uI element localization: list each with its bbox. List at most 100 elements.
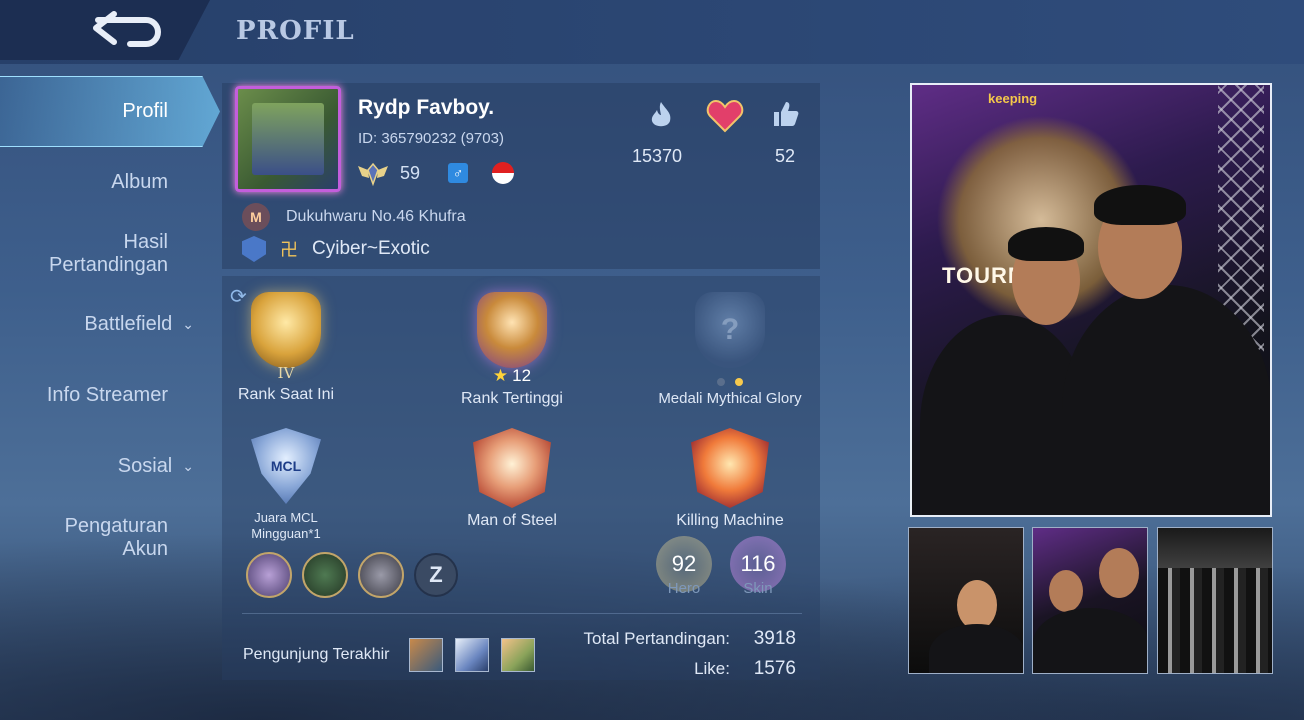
sidebar-item-profil[interactable]: Profil [0,76,220,147]
hero-label: Hero [667,580,701,597]
flame-icon [651,102,671,127]
skin-label: Skin [743,580,773,597]
shield-icon [242,236,266,262]
locked-medal-icon: ? [695,292,765,368]
gender-male-icon: ♂ [448,163,469,183]
popularity-value: 15370 [632,146,683,166]
sidebar-item-label: Info Streamer [46,384,168,406]
collection-stats: 92 Hero 116 Skin [656,536,786,597]
chevron-down-icon: ⌄ [182,316,194,332]
total-matches-label: Total Pertandingan: [583,629,731,648]
star-count: ★ 12 [493,366,531,386]
z-logo-icon[interactable]: Z [414,553,458,597]
page-dot-active [735,378,743,386]
emblem-icon[interactable] [302,552,348,598]
page-title: PROFIL [236,16,355,46]
sidebar-item-label: Pengaturan Akun [64,514,168,560]
star-value: 12 [512,366,532,385]
sidebar-item-label: Profil [122,100,168,122]
album-main-photo[interactable]: keeping TOURNA [910,83,1272,517]
squad-name[interactable]: Dukuhwaru No.46 Khufra [286,208,466,226]
level-wings-icon [358,162,388,186]
sidebar-item-label: Album [111,171,168,193]
like-value: 1576 [753,658,796,679]
medal-label: Rank Saat Ini [237,386,335,403]
emblem-row: Z [246,552,458,598]
medal-current-rank[interactable]: IV Rank Saat Ini [236,292,336,404]
emblem-icon[interactable] [358,552,404,598]
thumb-face [1049,570,1083,612]
thumb-crowd-image [1158,568,1272,673]
visitors-label: Pengunjung Terakhir [243,646,390,663]
back-button[interactable] [86,8,170,54]
rank-division: IV [277,364,295,382]
mcl-badge-icon: MCL [251,428,321,504]
back-arrow-icon [93,11,161,47]
squad-row: M Dukuhwaru No.46 Khufra [242,203,466,231]
medal-label: Rank Tertinggi [461,390,563,407]
visitor-avatar[interactable] [455,638,490,672]
medal-label: Killing Machine [676,512,784,529]
tag-row: 卍 Cyiber~Exotic [242,236,430,262]
medal-label-line2: Mingguan*1 [251,526,321,541]
squad-badge-icon: M [242,203,270,231]
thumb-face [1099,548,1139,598]
person-right-hair [1094,185,1186,225]
skin-stat[interactable]: 116 Skin [730,536,786,597]
like-label: Like: [694,659,730,678]
player-id[interactable]: ID: 365790232 (9703) [358,130,504,147]
sidebar-item-pengaturan-akun[interactable]: Pengaturan Akun [0,502,220,573]
hero-stat[interactable]: 92 Hero [656,536,712,597]
killer-badge-icon [691,428,769,508]
medal-mythical-glory[interactable]: ? Medali Mythical Glory [650,292,810,407]
indonesia-flag-icon [492,162,515,184]
sidebar-item-label: Sosial [117,455,173,477]
thumb-face [957,580,997,630]
album-thumbnail[interactable] [1157,527,1273,674]
sidebar-item-album[interactable]: Album [0,147,220,218]
medal-man-of-steel[interactable]: Man of Steel [452,428,572,530]
divider [242,613,802,614]
sidebar-item-label: Hasil Pertandingan [49,230,168,276]
sidebar-item-info-streamer[interactable]: Info Streamer [0,360,220,431]
medal-label: Medali Mythical Glory [658,390,802,407]
avatar[interactable] [235,86,341,192]
visitor-avatar[interactable] [501,638,536,672]
sidebar-item-hasil-pertandingan[interactable]: Hasil Pertandingan [0,218,220,289]
player-name: Rydp Favboy. [358,96,495,119]
person-right-image [1062,285,1270,515]
total-matches-value: 3918 [753,628,796,649]
sidebar-item-sosial[interactable]: Sosial ⌄ [0,431,220,502]
totals: Total Pertandingan: 3918 Like: 1576 [560,624,797,684]
medal-mcl[interactable]: MCL Juara MCL Mingguan*1 [236,428,336,542]
player-tag: Cyiber~Exotic [312,238,430,259]
likes-value: 52 [775,146,796,166]
album-thumbnail[interactable] [908,527,1024,674]
tag-glyph: 卍 [280,240,298,260]
sidebar: Profil Album Hasil Pertandingan Battlefi… [0,76,220,573]
emblem-icon[interactable] [246,552,292,598]
avatar-image [252,103,324,175]
recent-visitors: Pengunjung Terakhir [243,638,536,672]
page-dot [717,378,725,386]
sidebar-item-label: Battlefield [84,313,173,335]
level-row: 59 ♂ [356,160,515,186]
thumbs-up-icon[interactable] [772,100,800,128]
sidebar-item-battlefield[interactable]: Battlefield ⌄ [0,289,220,360]
like-row: Like: 1576 [560,654,796,684]
star-icon: ★ [492,366,509,385]
medal-highest-rank[interactable]: ★ 12 Rank Tertinggi [452,292,572,408]
person-left-hair [1008,227,1084,261]
page-dots [717,378,743,386]
medal-label: Man of Steel [467,512,557,529]
mythic-badge-icon [477,292,547,368]
medal-killing-machine[interactable]: Killing Machine [660,428,800,530]
thumb-figure [929,624,1023,673]
sponsor-text: keeping [988,91,1038,106]
visitor-avatar[interactable] [409,638,444,672]
heart-icon[interactable] [706,98,744,134]
rank-badge-icon [251,292,321,368]
total-matches-row: Total Pertandingan: 3918 [560,624,797,654]
album-thumbnail[interactable] [1032,527,1148,674]
chevron-down-icon: ⌄ [182,458,194,474]
